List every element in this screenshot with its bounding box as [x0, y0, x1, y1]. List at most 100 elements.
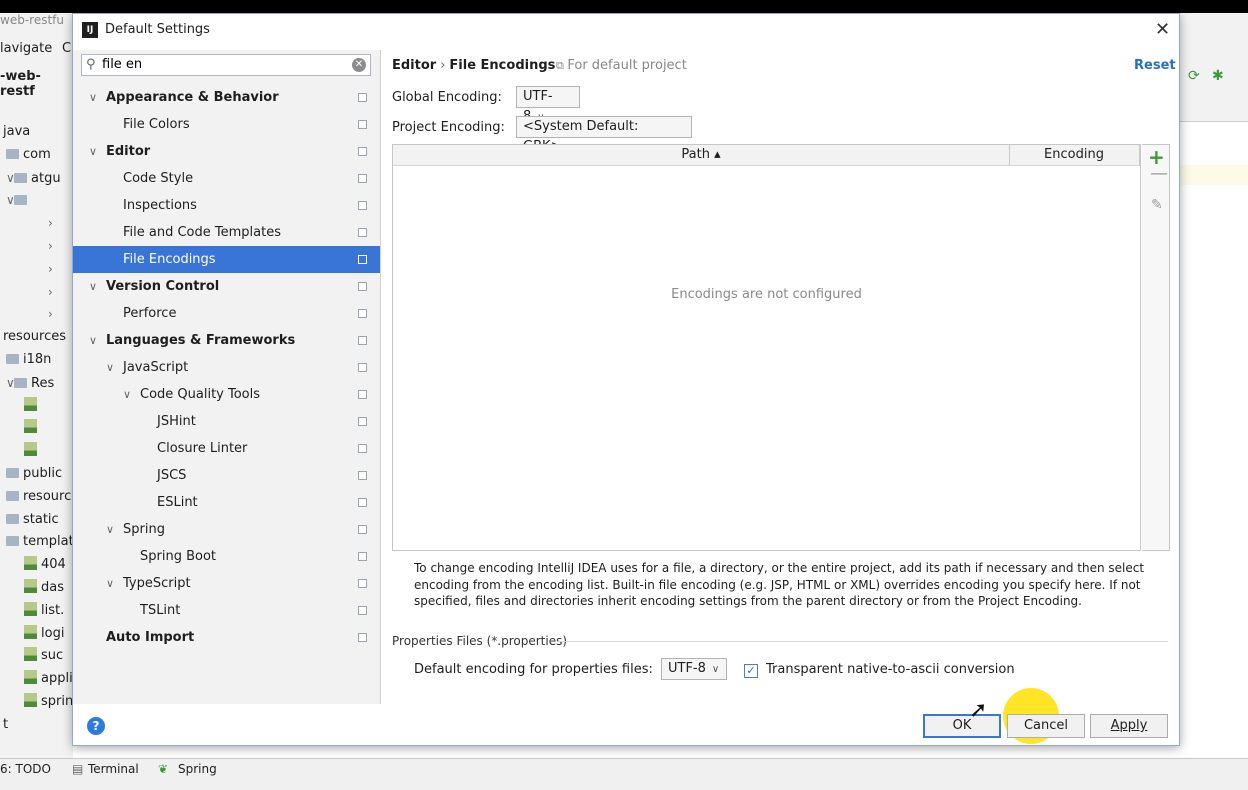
ide-tree-label: resourc — [23, 488, 72, 504]
settings-tree-item[interactable]: ∨ Spring — [73, 516, 380, 543]
project-settings-icon — [358, 93, 367, 102]
chevron-right-icon[interactable]: › — [48, 212, 56, 234]
project-settings-icon — [358, 336, 367, 345]
ide-tree-item[interactable]: ∨ — [0, 189, 79, 211]
ide-tree-label: t — [3, 716, 9, 732]
ide-tree-item[interactable]: public — [0, 463, 79, 485]
settings-tree-item[interactable]: ∨ Languages & Frameworks — [73, 327, 380, 354]
global-encoding-select[interactable]: UTF-8∨ — [516, 86, 580, 124]
dialog-title-bar: IJ Default Settings ✕ — [73, 14, 1179, 46]
chevron-down-icon[interactable]: ∨ — [89, 138, 97, 165]
chevron-down-icon[interactable]: ∨ — [89, 273, 97, 300]
settings-search-input[interactable] — [102, 57, 342, 72]
ide-tree-item[interactable]: ∨ Res — [0, 372, 79, 394]
chevron-right-icon[interactable]: › — [48, 235, 56, 257]
project-settings-icon — [358, 606, 367, 615]
chevron-down-icon[interactable]: ∨ — [106, 570, 114, 597]
transparent-conversion-checkbox[interactable]: ✓ — [744, 664, 758, 678]
ide-tree-label: java — [3, 124, 31, 139]
properties-encoding-select[interactable]: UTF-8 ∨ — [661, 658, 727, 680]
settings-tree-item[interactable]: Perforce — [73, 300, 380, 327]
empty-table-message: Encodings are not configured — [671, 287, 862, 302]
edit-icon[interactable]: ✎ — [1151, 197, 1163, 213]
todo-tab[interactable]: 6: TODO — [0, 762, 51, 776]
settings-tree-item[interactable]: JSCS — [73, 462, 380, 489]
folder-icon — [14, 172, 27, 183]
ide-tree-item[interactable]: i18n — [0, 349, 79, 371]
project-settings-icon — [358, 471, 367, 480]
settings-tree-item[interactable]: File Colors — [73, 111, 380, 138]
apply-button[interactable]: Apply — [1090, 714, 1168, 738]
ide-debug-icon[interactable]: ✱ — [1212, 68, 1224, 84]
settings-tree-label: Spring — [123, 522, 165, 537]
global-encoding-label: Global Encoding: — [392, 90, 502, 105]
folder-icon — [6, 490, 19, 501]
close-icon[interactable]: ✕ — [1155, 19, 1170, 40]
ide-tree-item[interactable]: com — [0, 144, 79, 166]
chevron-down-icon[interactable]: ∨ — [89, 327, 97, 354]
ide-menu-navigate[interactable]: lavigate — [0, 41, 52, 56]
settings-tree-item[interactable]: File and Code Templates — [73, 219, 380, 246]
settings-tree-item[interactable]: ∨ Editor — [73, 138, 380, 165]
spring-tab[interactable]: Spring — [178, 762, 217, 776]
project-encoding-select[interactable]: <System Default: GBK>∨ — [516, 116, 692, 154]
settings-search-box[interactable]: ⚲ ✕ — [81, 54, 371, 76]
settings-tree-item[interactable]: TSLint — [73, 597, 380, 624]
settings-tree-item[interactable]: JSHint — [73, 408, 380, 435]
chevron-down-icon[interactable]: ∨ — [106, 354, 114, 381]
breadcrumb-parent: Editor — [392, 58, 437, 73]
encodings-table[interactable]: Path ▴ Encoding Encodings are not config… — [392, 144, 1141, 551]
settings-tree-item[interactable]: Auto Import — [73, 624, 380, 651]
copy-icon: ⧉ — [556, 59, 568, 72]
ide-tool-window-bar: 6: TODO ▤ Terminal ❦ Spring — [0, 758, 1248, 790]
chevron-down-icon[interactable]: ∨ — [6, 372, 15, 394]
settings-tree-item[interactable]: ∨ JavaScript — [73, 354, 380, 381]
remove-icon[interactable]: — — [1150, 163, 1168, 184]
project-settings-icon — [358, 498, 367, 507]
settings-tree-item[interactable]: ∨ Version Control — [73, 273, 380, 300]
settings-tree-label: Closure Linter — [157, 441, 248, 456]
settings-tree-label: Version Control — [106, 279, 220, 294]
chevron-down-icon[interactable]: ∨ — [89, 84, 97, 111]
project-settings-icon — [358, 147, 367, 156]
chevron-down-icon[interactable]: ∨ — [106, 516, 114, 543]
terminal-tab[interactable]: Terminal — [88, 762, 139, 776]
settings-tree-label: Perforce — [123, 306, 177, 321]
settings-tree-item[interactable]: Spring Boot — [73, 543, 380, 570]
ide-tree-item[interactable]: ∨ atgu — [0, 167, 79, 189]
ide-tree-item[interactable]: resources — [0, 326, 76, 348]
default-settings-dialog: IJ Default Settings ✕ ⚲ ✕ ∨ Appearance & … — [72, 13, 1180, 746]
settings-tree-item[interactable]: ∨ TypeScript — [73, 570, 380, 597]
chevron-down-icon[interactable]: ∨ — [6, 189, 15, 211]
ide-tree-item[interactable]: static — [0, 509, 79, 531]
ide-tree-item[interactable]: templat — [0, 531, 79, 553]
settings-tree-item[interactable]: ∨ Appearance & Behavior — [73, 84, 380, 111]
settings-tree-item[interactable]: File Encodings — [73, 246, 380, 273]
chevron-down-icon[interactable]: ∨ — [6, 167, 15, 189]
settings-tree-item[interactable]: Closure Linter — [73, 435, 380, 462]
chevron-right-icon[interactable]: › — [48, 303, 56, 325]
ide-tree-item[interactable]: resourc — [0, 486, 79, 508]
transparent-conversion-label[interactable]: Transparent native-to-ascii conversion — [766, 662, 1015, 677]
settings-tree-item[interactable]: ESLint — [73, 489, 380, 516]
reset-link[interactable]: Reset — [1134, 58, 1176, 73]
settings-tree-item[interactable]: ∨ Code Quality Tools — [73, 381, 380, 408]
ide-tree-label: atgu — [31, 170, 61, 186]
ok-button[interactable]: OK — [923, 714, 1001, 738]
ide-tree-label: Res — [31, 375, 55, 391]
settings-tree-item[interactable]: Inspections — [73, 192, 380, 219]
chevron-right-icon[interactable]: › — [48, 281, 56, 303]
ide-run-icon[interactable]: ⟳ — [1188, 68, 1200, 84]
chevron-down-icon[interactable]: ∨ — [123, 381, 131, 408]
ide-tree-item[interactable]: java — [0, 121, 76, 143]
column-header-encoding[interactable]: Encoding — [1009, 145, 1140, 165]
ide-tree-item[interactable]: t — [0, 714, 76, 736]
help-icon[interactable]: ? — [87, 717, 105, 735]
ide-tree-label: list. — [41, 602, 65, 618]
column-header-path[interactable]: Path ▴ — [393, 145, 1010, 165]
clear-search-icon[interactable]: ✕ — [352, 58, 366, 72]
settings-tree-item[interactable]: Code Style — [73, 165, 380, 192]
ide-menu-code[interactable]: C — [62, 41, 71, 56]
chevron-right-icon[interactable]: › — [48, 258, 56, 280]
cancel-button[interactable]: Cancel — [1007, 714, 1085, 738]
